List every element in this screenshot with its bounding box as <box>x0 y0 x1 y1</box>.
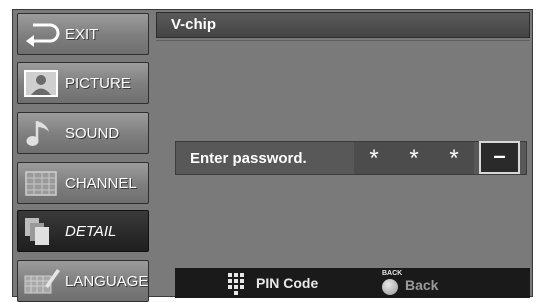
sound-note-icon <box>23 118 61 148</box>
menu-item-exit[interactable]: EXIT <box>17 13 149 55</box>
password-digit-1: * <box>369 145 379 172</box>
password-field[interactable]: * * * <box>354 142 474 174</box>
channel-grid-icon <box>23 168 61 198</box>
menu-item-language[interactable]: LANGUAGE <box>17 260 149 302</box>
back-button-icon[interactable] <box>382 279 398 295</box>
panel-title: V-chip <box>156 12 530 38</box>
exit-return-arrow-icon <box>23 19 61 49</box>
password-digit-3: * <box>449 145 459 172</box>
main-menu-sidebar: EXIT PICTURE SOUND CHANNEL DETAIL LANGUA… <box>13 10 153 302</box>
pin-code-hint: PIN Code <box>256 275 319 291</box>
menu-item-channel[interactable]: CHANNEL <box>17 162 149 204</box>
menu-item-sound[interactable]: SOUND <box>17 112 149 154</box>
language-keyboard-icon <box>23 266 61 296</box>
menu-item-label: LANGUAGE <box>65 272 149 290</box>
back-hint: Back <box>405 277 439 293</box>
menu-item-label: SOUND <box>65 124 120 142</box>
button-guide-bar: PIN Code BACK Back <box>175 268 530 298</box>
detail-pages-icon <box>23 216 61 246</box>
menu-item-picture[interactable]: PICTURE <box>17 62 149 104</box>
password-label: Enter password. <box>190 150 307 167</box>
password-entry-row[interactable]: Enter password. * * * – <box>175 141 527 175</box>
tv-menu-window: EXIT PICTURE SOUND CHANNEL DETAIL LANGUA… <box>12 9 533 302</box>
back-key-caption: BACK <box>382 270 403 277</box>
vchip-panel: V-chip Enter password. * * * – PIN Code … <box>156 10 532 298</box>
title-divider <box>156 40 530 41</box>
password-digit-cursor[interactable]: – <box>479 141 520 174</box>
numeric-keypad-icon <box>228 273 250 295</box>
picture-portrait-icon <box>23 68 61 98</box>
menu-item-detail[interactable]: DETAIL <box>17 210 149 252</box>
menu-item-label: CHANNEL <box>65 174 137 192</box>
menu-item-label: PICTURE <box>65 74 131 92</box>
menu-item-label: DETAIL <box>65 222 117 240</box>
password-digit-2: * <box>409 145 419 172</box>
menu-item-label: EXIT <box>65 25 99 43</box>
